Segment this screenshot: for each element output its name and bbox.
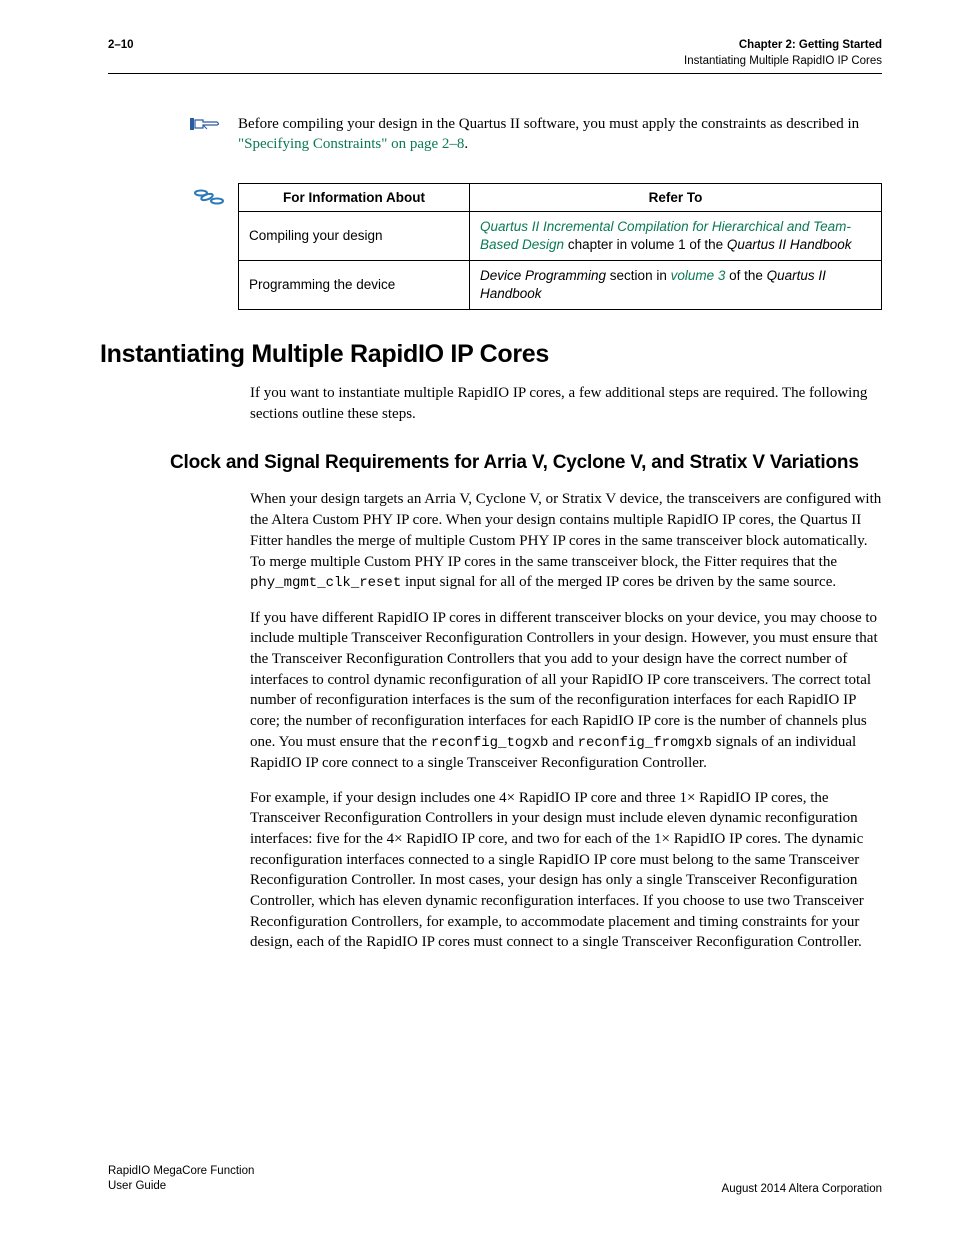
doc-subtitle: User Guide	[108, 1179, 254, 1195]
info-cell: Programming the device	[239, 260, 470, 309]
section-label: Instantiating Multiple RapidIO IP Cores	[684, 54, 882, 70]
footer-right: August 2014 Altera Corporation	[722, 1183, 882, 1195]
code-reconfig-from: reconfig_fromgxb	[578, 735, 712, 751]
table-row: Compiling your design Quartus II Increme…	[239, 211, 882, 260]
note-text-before: Before compiling your design in the Quar…	[238, 116, 859, 132]
page-number: 2–10	[108, 38, 134, 54]
doc-title: RapidIO MegaCore Function	[108, 1164, 254, 1180]
chain-link-icon	[194, 189, 224, 205]
paragraph-3: For example, if your design includes one…	[250, 788, 882, 954]
page-header: 2–10 Chapter 2: Getting Started Instanti…	[108, 38, 882, 74]
paragraph-2: If you have different RapidIO IP cores i…	[250, 608, 882, 774]
table-row: Programming the device Device Programmin…	[239, 260, 882, 309]
code-reconfig-to: reconfig_togxb	[431, 735, 549, 751]
subsection-heading: Clock and Signal Requirements for Arria …	[170, 451, 882, 476]
refer-cell: Quartus II Incremental Compilation for H…	[470, 211, 882, 260]
refer-cell: Device Programming section in volume 3 o…	[470, 260, 882, 309]
note-icon-cell	[108, 114, 238, 134]
reference-table-block: For Information About Refer To Compiling…	[108, 183, 882, 311]
table-header-info: For Information About	[239, 183, 470, 211]
page-footer: RapidIO MegaCore Function User Guide Aug…	[108, 1164, 882, 1195]
footer-left: RapidIO MegaCore Function User Guide	[108, 1164, 254, 1195]
volume3-link[interactable]: volume 3	[671, 268, 726, 283]
pointing-hand-icon	[190, 114, 224, 134]
section-heading: Instantiating Multiple RapidIO IP Cores	[100, 340, 882, 369]
table-header-refer: Refer To	[470, 183, 882, 211]
paragraph-1: When your design targets an Arria V, Cyc…	[250, 489, 882, 593]
chapter-label: Chapter 2: Getting Started	[684, 38, 882, 54]
info-cell: Compiling your design	[239, 211, 470, 260]
link-icon-cell	[108, 183, 238, 205]
constraints-link[interactable]: "Specifying Constraints" on page 2–8	[238, 136, 464, 152]
note-block: Before compiling your design in the Quar…	[108, 114, 882, 155]
note-text-after: .	[464, 136, 468, 152]
code-phy-mgmt: phy_mgmt_clk_reset	[250, 575, 401, 591]
reference-table: For Information About Refer To Compiling…	[238, 183, 882, 311]
header-right: Chapter 2: Getting Started Instantiating…	[684, 38, 882, 69]
intro-paragraph: If you want to instantiate multiple Rapi…	[250, 383, 882, 424]
note-text: Before compiling your design in the Quar…	[238, 114, 882, 155]
